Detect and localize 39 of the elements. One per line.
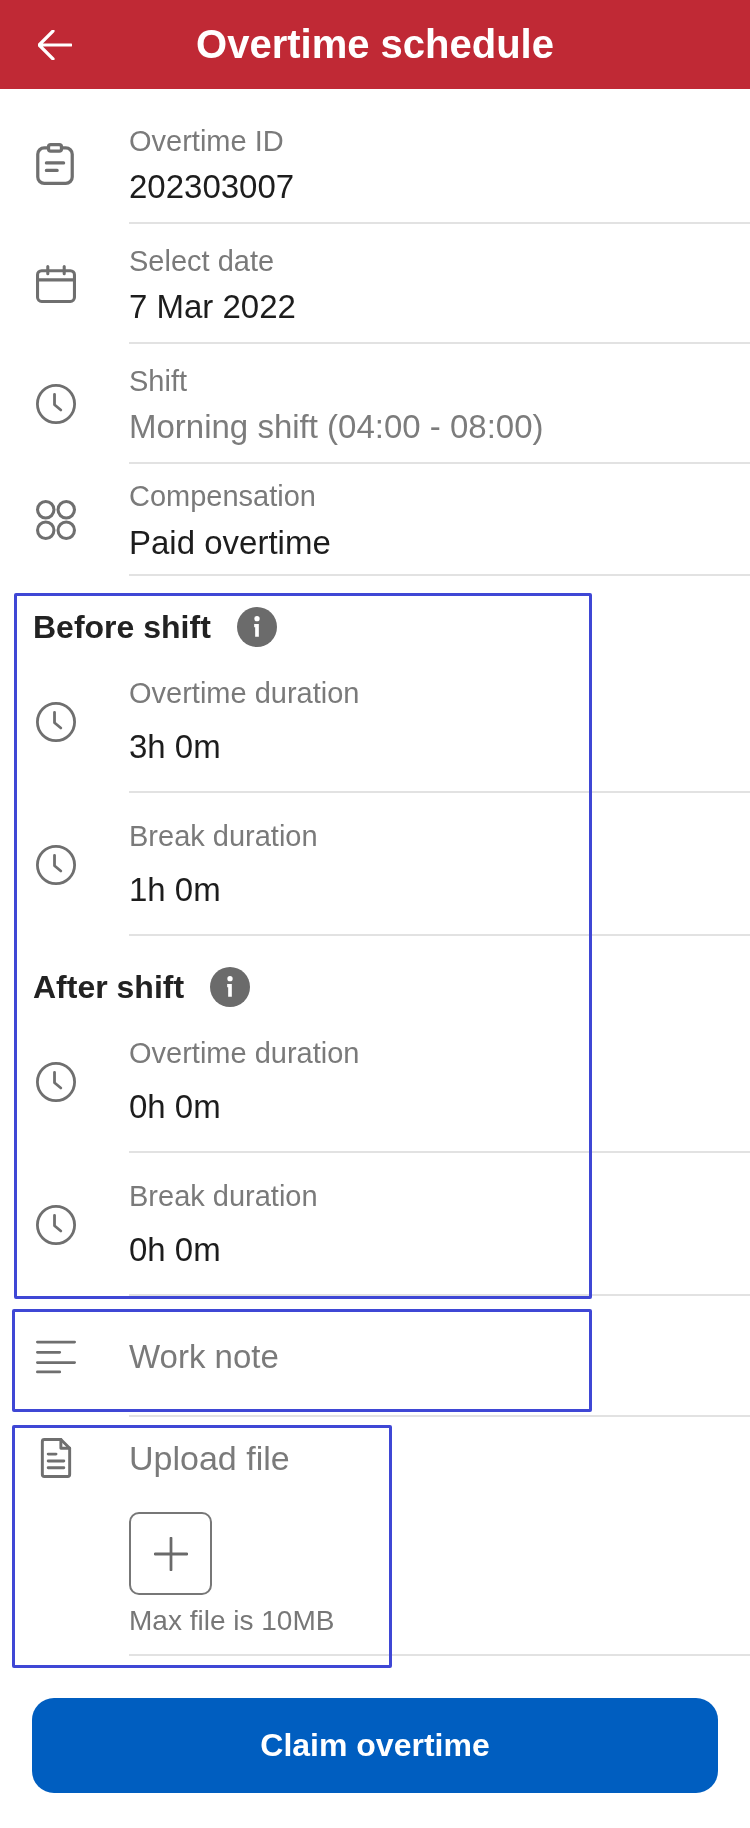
clock-icon	[36, 384, 76, 424]
clock-icon	[36, 1204, 76, 1245]
arrow-left-icon	[38, 29, 72, 60]
calendar-icon	[36, 264, 76, 304]
info-icon[interactable]	[236, 607, 277, 647]
field-label: Shift	[129, 365, 188, 398]
field-value: Morning shift (04:00 - 08:00)	[129, 407, 544, 447]
clock-icon	[36, 1061, 76, 1102]
work-note-input[interactable]: Work note	[129, 1337, 750, 1377]
text-lines-icon	[36, 1338, 76, 1375]
claim-overtime-button[interactable]: Claim overtime	[32, 1698, 718, 1793]
field-value: 0h 0m	[129, 1230, 221, 1270]
field-value: 202303007	[129, 167, 295, 207]
field-label: Overtime ID	[129, 125, 284, 158]
upload-label: Upload file	[129, 1438, 290, 1478]
field-value: 0h 0m	[129, 1087, 221, 1127]
clock-icon	[36, 701, 76, 742]
info-icon[interactable]	[210, 967, 251, 1007]
add-file-button[interactable]	[129, 1512, 212, 1595]
clipboard-icon	[36, 143, 74, 185]
page-title: Overtime schedule	[196, 22, 554, 67]
document-icon	[40, 1438, 72, 1478]
field-label: Overtime duration	[129, 677, 360, 710]
clock-icon	[36, 844, 76, 885]
file-size-hint: Max file is 10MB	[129, 1604, 335, 1637]
field-label: Compensation	[129, 480, 316, 513]
field-label: Overtime duration	[129, 1037, 360, 1070]
plus-icon	[153, 1536, 188, 1571]
back-button[interactable]	[38, 29, 72, 60]
field-value: Paid overtime	[129, 523, 331, 563]
four-circles-icon	[36, 500, 76, 540]
section-heading: Before shift	[33, 608, 211, 646]
field-value: 1h 0m	[129, 870, 221, 910]
field-label: Break duration	[129, 1180, 318, 1213]
field-label: Select date	[129, 245, 275, 278]
field-value: 7 Mar 2022	[129, 287, 296, 327]
field-value: 3h 0m	[129, 727, 221, 767]
field-label: Break duration	[129, 820, 318, 853]
section-heading: After shift	[33, 968, 185, 1006]
